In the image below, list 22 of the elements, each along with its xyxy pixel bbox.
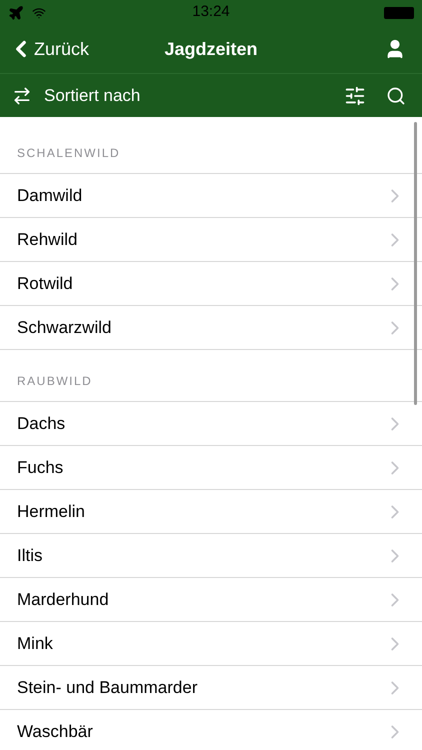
list-item[interactable]: Mink <box>0 622 422 666</box>
list-item[interactable]: Marderhund <box>0 578 422 622</box>
list-item[interactable]: Iltis <box>0 534 422 578</box>
search-icon <box>386 86 406 106</box>
list-item[interactable]: Stein- und Baummarder <box>0 666 422 710</box>
sort-button[interactable]: Sortiert nach <box>12 82 140 108</box>
list-item[interactable]: Hermelin <box>0 490 422 534</box>
list-item[interactable]: Fuchs <box>0 446 422 490</box>
wifi-icon <box>32 6 46 20</box>
list-item[interactable]: Dachs <box>0 402 422 446</box>
section-header: SCHALENWILD <box>17 145 120 162</box>
airplane-mode-icon <box>8 4 24 20</box>
search-button[interactable] <box>386 86 406 106</box>
filter-icon <box>344 84 366 106</box>
list-item[interactable]: Waschbär <box>0 710 422 750</box>
swap-arrows-icon <box>12 86 32 106</box>
battery-icon <box>384 6 414 18</box>
filter-button[interactable] <box>344 84 366 106</box>
section-header: RAUBWILD <box>17 373 92 390</box>
back-button[interactable]: Zurück <box>8 36 90 62</box>
status-time: 13:24 <box>192 2 230 22</box>
page-title: Jagdzeiten <box>164 38 258 61</box>
